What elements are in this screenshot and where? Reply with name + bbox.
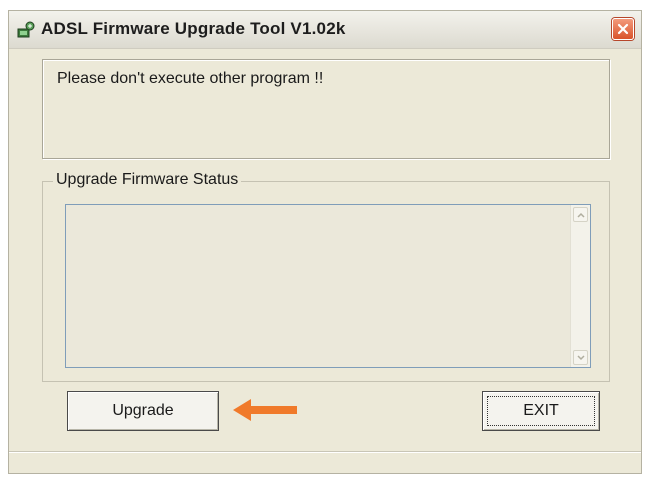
status-bar	[9, 451, 641, 473]
scroll-up-button[interactable]	[573, 207, 588, 222]
status-textarea[interactable]	[65, 204, 591, 368]
exit-button[interactable]: EXIT	[482, 391, 600, 431]
vertical-scrollbar[interactable]	[570, 205, 590, 367]
window-title: ADSL Firmware Upgrade Tool V1.02k	[41, 19, 346, 38]
network-app-icon	[17, 21, 35, 39]
upgrade-button[interactable]: Upgrade	[67, 391, 219, 431]
chevron-down-icon	[577, 355, 585, 361]
title-bar[interactable]: ADSL Firmware Upgrade Tool V1.02k	[9, 11, 641, 49]
app-window: ADSL Firmware Upgrade Tool V1.02k Please…	[8, 10, 642, 474]
status-group-label: Upgrade Firmware Status	[53, 171, 242, 189]
close-button[interactable]	[612, 18, 634, 40]
close-icon	[617, 23, 629, 35]
chevron-up-icon	[577, 212, 585, 218]
message-panel: Please don't execute other program !!	[42, 59, 610, 159]
scroll-down-button[interactable]	[573, 350, 588, 365]
exit-button-label: EXIT	[523, 402, 559, 419]
status-groupbox: Upgrade Firmware Status	[42, 171, 610, 382]
warning-message: Please don't execute other program !!	[57, 70, 324, 87]
orange-arrow-left-icon	[233, 399, 297, 421]
